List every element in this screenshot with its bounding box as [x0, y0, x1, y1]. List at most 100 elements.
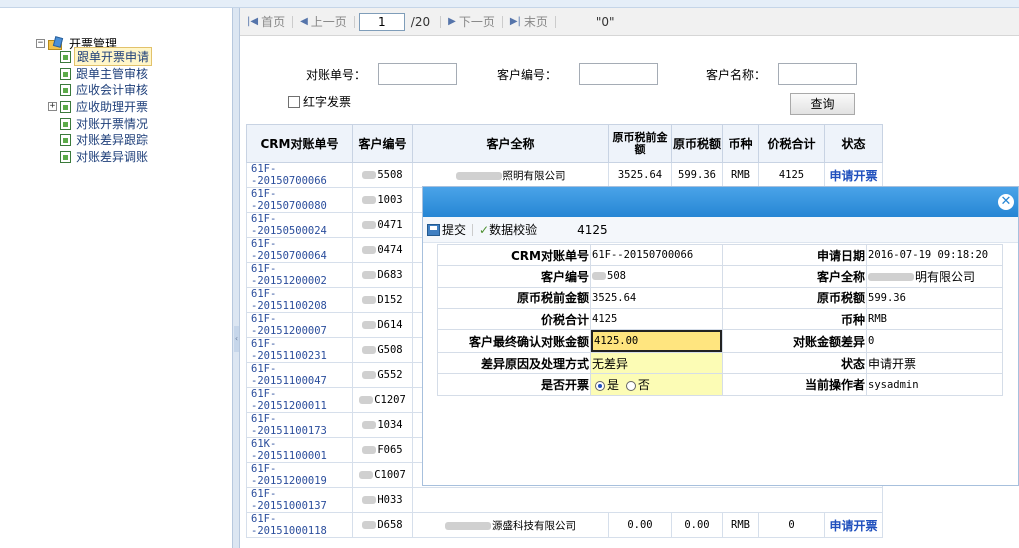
- cust-no-cell: H033: [352, 487, 413, 513]
- tree-item-reconcile-invoice[interactable]: 对账开票情况: [60, 116, 150, 131]
- cust-no-text: 0474: [377, 244, 403, 256]
- col-header[interactable]: 价税合计: [758, 124, 825, 163]
- page-icon: [60, 100, 71, 113]
- status-cell[interactable]: 申请开票: [824, 162, 883, 188]
- cust-no-input[interactable]: [579, 63, 658, 85]
- acct-cell[interactable]: 61F--20151100047: [246, 362, 353, 388]
- cust-no-text: D683: [377, 269, 403, 281]
- table-row[interactable]: 61F--20150700066 5508 照明有限公司 3525.64 599…: [246, 162, 883, 188]
- acct-cell[interactable]: 61F--20151200007: [246, 312, 353, 338]
- redacted-mark: [362, 196, 377, 204]
- col-header[interactable]: 原币税前金额: [608, 124, 672, 163]
- first-page-icon: |◀: [247, 16, 259, 27]
- redacted-mark: [362, 271, 377, 279]
- form-row: 客户最终确认对账金额 4125.00 对账金额差异 0: [437, 329, 1003, 354]
- last-page-button[interactable]: ▶| 末页: [503, 13, 555, 30]
- verify-icon[interactable]: ✓: [479, 223, 489, 237]
- first-page-button[interactable]: |◀ 首页: [240, 13, 292, 30]
- status-label: 状态: [722, 352, 867, 375]
- red-invoice-checkbox[interactable]: 红字发票: [288, 93, 351, 110]
- checkbox-box[interactable]: [288, 95, 300, 108]
- acct-cell[interactable]: 61F--20150500024: [246, 212, 353, 238]
- page-total: /20: [410, 14, 431, 29]
- tree-item-apply[interactable]: 跟单开票申请: [60, 47, 153, 66]
- cust-no-cell: D152: [352, 287, 413, 313]
- cust-no-text: F065: [377, 444, 403, 456]
- dialog-header[interactable]: ✕: [423, 187, 1018, 217]
- reason-input[interactable]: 无差异: [590, 352, 723, 375]
- close-icon[interactable]: ✕: [998, 194, 1014, 210]
- acct-cell[interactable]: 61F--20151200011: [246, 387, 353, 413]
- cust-no-cell: 1003: [352, 187, 413, 213]
- acct-cell[interactable]: 61K--20151100001: [246, 437, 353, 463]
- acct-cell[interactable]: 61F--20151200019: [246, 462, 353, 488]
- cust-no-cell: 0474: [352, 237, 413, 263]
- acct-cell[interactable]: 61F--20150700080: [246, 187, 353, 213]
- redacted-mark: [362, 421, 377, 429]
- pager-info: "0": [595, 14, 615, 29]
- verify-button[interactable]: 数据校验: [489, 221, 537, 238]
- cust-no-cell: F065: [352, 437, 413, 463]
- col-header[interactable]: 状态: [824, 124, 883, 163]
- col-header[interactable]: 币种: [722, 124, 759, 163]
- currency-label: 币种: [722, 307, 867, 331]
- radio-no[interactable]: [625, 380, 636, 391]
- tax-value: 599.36: [866, 286, 1003, 309]
- prev-page-button[interactable]: ◀ 上一页: [293, 13, 354, 30]
- tree-item-assistant-invoice[interactable]: + 应收助理开票: [48, 99, 150, 114]
- cust-no-text: G508: [377, 344, 403, 356]
- tree-item-diff-adjust[interactable]: 对账差异调账: [60, 149, 150, 164]
- tree-item-diff-track[interactable]: 对账差异跟踪: [60, 132, 150, 147]
- table-row[interactable]: 61F--20151000118 D658 源盛科技有限公司 0.00 0.00…: [246, 512, 883, 538]
- separator: [472, 223, 474, 236]
- redacted-mark: [362, 171, 377, 179]
- submit-button[interactable]: 提交: [442, 221, 466, 238]
- tree-item-label: 应收会计审核: [76, 83, 149, 97]
- status-cell[interactable]: 申请开票: [824, 512, 883, 538]
- cust-no-text: H033: [377, 494, 403, 506]
- acct-cell[interactable]: 61F--20150700066: [246, 162, 353, 188]
- cust-no-cell: D658: [352, 512, 413, 538]
- acct-cell[interactable]: 61F--20151100231: [246, 337, 353, 363]
- cust-no-value: 508: [590, 265, 723, 288]
- acct-cell[interactable]: 61F--20151200002: [246, 262, 353, 288]
- save-icon[interactable]: [427, 223, 440, 236]
- expand-icon[interactable]: +: [48, 102, 57, 111]
- panel-splitter[interactable]: ‹: [232, 8, 240, 548]
- tree-item-supervisor-review[interactable]: 跟单主管审核: [60, 66, 150, 81]
- radio-yes[interactable]: [595, 380, 605, 391]
- cust-no-text: 1034: [377, 419, 403, 431]
- col-header[interactable]: 客户全称: [412, 124, 609, 163]
- redacted-mark: [359, 471, 374, 479]
- tree-item-label: 对账开票情况: [76, 117, 149, 131]
- next-page-button[interactable]: ▶ 下一页: [441, 13, 502, 30]
- col-header[interactable]: CRM对账单号: [246, 124, 353, 163]
- col-header[interactable]: 客户编号: [352, 124, 413, 163]
- next-page-label: 下一页: [458, 15, 495, 29]
- tree-item-accountant-review[interactable]: 应收会计审核: [60, 82, 150, 97]
- final-amount-input[interactable]: 4125.00: [591, 330, 722, 353]
- acct-no-input[interactable]: [378, 63, 457, 85]
- acct-cell[interactable]: 61F--20151100173: [246, 412, 353, 438]
- redacted-mark: [362, 246, 377, 254]
- collapse-icon[interactable]: −: [36, 39, 45, 48]
- acct-cell[interactable]: 61F--20151000118: [246, 512, 353, 538]
- collapse-arrow-icon[interactable]: ‹: [234, 326, 239, 352]
- acct-cell[interactable]: 61F--20150700064: [246, 237, 353, 263]
- col-header[interactable]: 原币税额: [671, 124, 723, 163]
- cust-name-input[interactable]: [778, 63, 857, 85]
- table-row[interactable]: 61F--20151000137 H033: [246, 487, 883, 513]
- cust-no-text: C1207: [374, 394, 406, 406]
- query-button[interactable]: 查询: [790, 93, 855, 115]
- page-number-input[interactable]: 1: [358, 12, 405, 31]
- pager-toolbar: |◀ 首页 ◀ 上一页 1 /20 ▶ 下一页 ▶| 末页 "0": [240, 8, 1019, 36]
- acct-cell[interactable]: 61F--20151100208: [246, 287, 353, 313]
- radio-yes-label: 是: [607, 378, 620, 393]
- diff-value: 0: [866, 329, 1003, 354]
- cust-no-cell: G552: [352, 362, 413, 388]
- page-icon: [60, 83, 71, 96]
- redacted-mark: [359, 396, 374, 404]
- tree-item-label: 对账差异跟踪: [76, 133, 149, 147]
- row-filler: [412, 487, 883, 513]
- acct-cell[interactable]: 61F--20151000137: [246, 487, 353, 513]
